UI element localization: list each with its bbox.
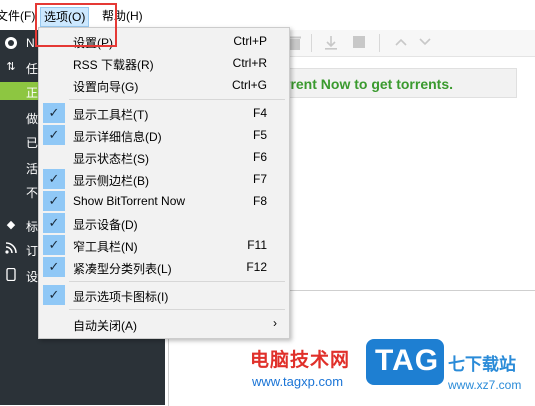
menu-item-shortcut: F7 [252, 172, 267, 186]
stop-icon[interactable] [351, 35, 367, 51]
watermark-url: www.tagxp.com [252, 374, 344, 389]
transfer-arrows-icon: ⇅ [6, 61, 16, 73]
menu-item-shortcut: F11 [247, 238, 267, 252]
sidebar-item-label: 做 [26, 112, 39, 126]
menu-item-show-bittorrent-now[interactable]: ✓ Show BitTorrent Now F8 [41, 190, 287, 212]
down-icon[interactable] [417, 35, 433, 51]
sidebar-item-label: 正 [26, 86, 39, 100]
menu-item-label: Show BitTorrent Now [73, 194, 186, 208]
menu-item-label: 紧凑型分类列表(L) [73, 262, 172, 276]
menu-item-shortcut: F6 [252, 150, 267, 164]
menu-item-show-tab-icons[interactable]: ✓ 显示选项卡图标(I) [41, 284, 287, 306]
sidebar-item-label: 标 [26, 220, 39, 234]
rss-icon [4, 242, 18, 256]
menu-item-shortcut: F4 [252, 106, 267, 120]
chevron-right-icon: › [273, 316, 277, 330]
check-icon: ✓ [43, 169, 65, 189]
up-icon[interactable] [393, 35, 409, 51]
menu-help[interactable]: 帮助(H) [100, 7, 145, 25]
menu-separator [69, 281, 285, 282]
sidebar-item-label: 订 [26, 244, 39, 258]
sidebar-item-label: N [26, 36, 35, 50]
menu-item-shortcut: F5 [252, 128, 267, 142]
device-icon [4, 267, 18, 282]
watermark-site-url: www.xz7.com [448, 378, 522, 392]
menu-item-shortcut: F12 [246, 260, 267, 274]
menu-item-narrow-toolbar[interactable]: ✓ 窄工具栏(N) F11 [41, 234, 287, 256]
check-icon: ✓ [43, 285, 65, 305]
bittorrent-now-banner[interactable]: rrent Now to get torrents. [272, 68, 517, 98]
menu-options[interactable]: 选项(O) [40, 7, 90, 27]
banner-text: rrent Now to get torrents. [285, 76, 454, 92]
menu-item-shortcut: Ctrl+P [233, 34, 267, 48]
menu-file[interactable]: 文件(F) [0, 7, 37, 25]
sidebar-item-label: 任 [26, 62, 39, 76]
menu-item-show-sidebar[interactable]: ✓ 显示侧边栏(B) F7 [41, 168, 287, 190]
menu-separator [69, 99, 285, 100]
bittorrent-logo-icon [4, 36, 18, 50]
watermark-logo-text: TAG [375, 344, 440, 377]
toolbar-separator [379, 34, 380, 52]
check-icon: ✓ [43, 257, 65, 277]
menu-item-show-devices[interactable]: ✓ 显示设备(D) [41, 212, 287, 234]
options-dropdown-menu: 设置(P) Ctrl+P RSS 下载器(R) Ctrl+R 设置向导(G) C… [38, 27, 290, 339]
menu-item-label: 显示侧边栏(B) [73, 174, 149, 188]
menu-item-settings[interactable]: 设置(P) Ctrl+P [41, 30, 287, 52]
menu-item-compact-category-list[interactable]: ✓ 紧凑型分类列表(L) F12 [41, 256, 287, 278]
menu-item-label: 显示详细信息(D) [73, 130, 162, 144]
menu-item-label: 显示工具栏(T) [73, 108, 149, 122]
menu-item-auto-shutdown[interactable]: 自动关闭(A) › [41, 313, 287, 335]
check-icon: ✓ [43, 235, 65, 255]
check-icon: ✓ [43, 103, 65, 123]
menu-item-label: 显示设备(D) [73, 218, 138, 232]
menu-separator [69, 309, 285, 310]
menu-item-label: 显示状态栏(S) [73, 152, 149, 166]
menu-item-label: 显示选项卡图标(I) [73, 290, 169, 304]
toolbar-separator [311, 34, 312, 52]
sidebar-item-label: 活 [26, 162, 39, 176]
menu-item-label: 自动关闭(A) [73, 319, 137, 333]
menu-item-show-statusbar[interactable]: 显示状态栏(S) F6 [41, 146, 287, 168]
sidebar-item-label: 已 [26, 136, 39, 150]
menu-item-label: 窄工具栏(N) [73, 240, 138, 254]
tag-icon: ◆ [6, 219, 16, 231]
menu-item-show-toolbar[interactable]: ✓ 显示工具栏(T) F4 [41, 102, 287, 124]
download-icon[interactable] [323, 35, 339, 51]
menu-item-shortcut: Ctrl+G [231, 78, 267, 92]
menu-item-shortcut: Ctrl+R [232, 56, 267, 70]
menu-item-label: RSS 下载器(R) [73, 58, 154, 72]
menu-item-label: 设置向导(G) [73, 80, 139, 94]
menu-item-rss-downloader[interactable]: RSS 下载器(R) Ctrl+R [41, 52, 287, 74]
menu-item-setup-wizard[interactable]: 设置向导(G) Ctrl+G [41, 74, 287, 96]
watermark-text: 电脑技术网 [250, 350, 351, 371]
sidebar-item-label: 不 [26, 186, 39, 200]
menu-item-show-details[interactable]: ✓ 显示详细信息(D) F5 [41, 124, 287, 146]
check-icon: ✓ [43, 191, 65, 211]
sidebar-item-label: 设 [26, 270, 39, 284]
check-icon: ✓ [43, 125, 65, 145]
check-icon: ✓ [43, 213, 65, 233]
menu-item-label: 设置(P) [73, 36, 113, 50]
watermark-site: 七下载站 [448, 355, 516, 374]
menu-item-shortcut: F8 [252, 194, 267, 208]
watermark-logo: TAG [366, 339, 444, 385]
